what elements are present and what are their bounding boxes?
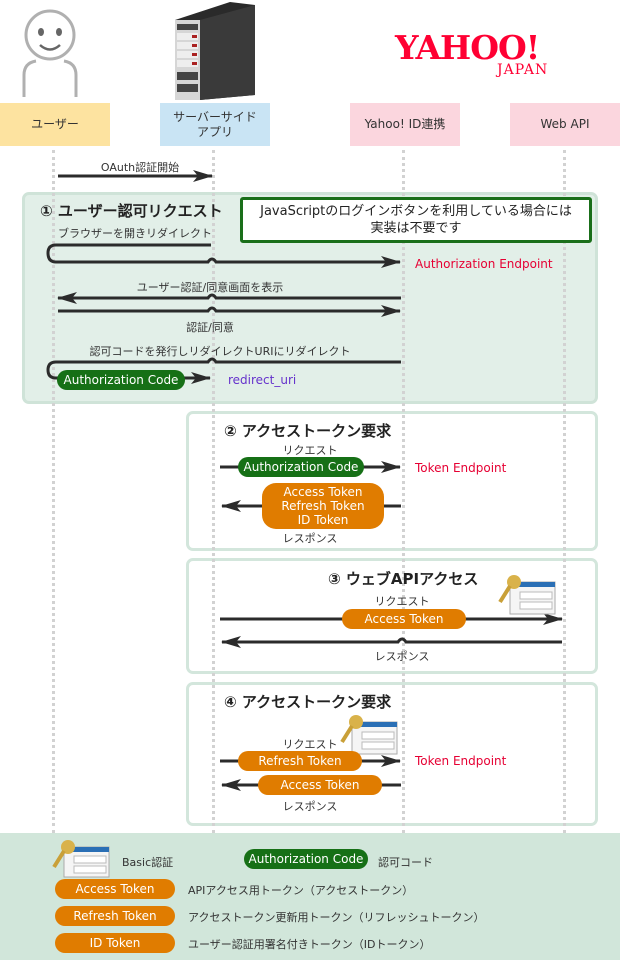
actor-user: ユーザー	[0, 103, 110, 146]
legend: Basic認証 Authorization Code 認可コード Access …	[0, 833, 620, 960]
step2-token-endpoint-label: Token Endpoint	[415, 461, 507, 475]
legend-refresh-token-desc: アクセストークン更新用トークン（リフレッシュトークン）	[188, 911, 485, 924]
server-icon	[175, 2, 255, 100]
lifeline-user	[52, 150, 55, 833]
legend-id-token-pill: ID Token	[55, 933, 175, 953]
step2-response-label: レスポンス	[282, 532, 338, 545]
consent-label: 認証/同意	[186, 321, 234, 334]
redirect-uri-label: redirect_uri	[228, 373, 297, 387]
legend-authorization-code-pill: Authorization Code	[244, 849, 368, 869]
legend-authorization-code-desc: 認可コード	[378, 856, 433, 869]
step2-authorization-code-pill: Authorization Code	[238, 457, 364, 477]
step2-title: ② アクセストークン要求	[224, 422, 392, 440]
actor-yahoo-id-label: Yahoo! ID連携	[364, 117, 446, 131]
step2-tokens-pill: Access Token Refresh Token ID Token	[262, 483, 384, 529]
step4-access-token-pill: Access Token	[258, 775, 382, 795]
step3-response-label: レスポンス	[374, 650, 430, 663]
legend-basic-auth-icon	[52, 840, 110, 878]
step3-access-token-pill: Access Token	[342, 609, 466, 629]
step4-request-label: リクエスト	[282, 738, 338, 751]
show-consent-label: ユーザー認証/同意画面を表示	[136, 281, 284, 294]
issue-code-label: 認可コードを発行しリダイレクトURIにリダイレクト	[89, 345, 351, 358]
oauth-start-label: OAuth認証開始	[100, 161, 180, 174]
token-id: ID Token	[297, 513, 349, 527]
step4-response-label: レスポンス	[282, 800, 338, 813]
step3-title: ③ ウェブAPIアクセス	[328, 570, 479, 588]
legend-basic-auth-label: Basic認証	[122, 856, 174, 869]
legend-access-token-desc: APIアクセス用トークン（アクセストークン）	[188, 884, 414, 897]
legend-access-token-pill: Access Token	[55, 879, 175, 899]
lifeline-web-api	[563, 150, 566, 833]
lifeline-yahoo-id	[402, 150, 405, 833]
actor-web-api-label: Web API	[540, 117, 590, 131]
yahoo-japan-logo: YAHOO! JAPAN	[395, 28, 575, 83]
token-access: Access Token	[283, 485, 363, 499]
actor-server-label: サーバーサイド アプリ	[173, 109, 257, 139]
actor-server-app: サーバーサイド アプリ	[160, 103, 270, 146]
actor-user-label: ユーザー	[31, 117, 79, 131]
basic-auth-icon	[498, 575, 556, 615]
step1-title: ① ユーザー認可リクエスト	[40, 202, 223, 220]
step4-token-endpoint-label: Token Endpoint	[415, 754, 507, 768]
step2-request-label: リクエスト	[282, 444, 338, 457]
step4-title: ④ アクセストークン要求	[224, 693, 392, 711]
authorization-code-pill: Authorization Code	[57, 370, 185, 390]
step4-refresh-token-pill: Refresh Token	[238, 751, 362, 771]
user-icon	[22, 9, 78, 97]
legend-refresh-token-pill: Refresh Token	[55, 906, 175, 926]
actor-yahoo-id: Yahoo! ID連携	[350, 103, 460, 146]
legend-id-token-desc: ユーザー認証用署名付きトークン（IDトークン）	[188, 938, 431, 951]
logo-sub-text: JAPAN	[497, 62, 549, 78]
step3-request-label: リクエスト	[374, 595, 430, 608]
lifeline-server	[212, 150, 215, 833]
redirect-browser-label: ブラウザーを開きリダイレクト	[58, 227, 212, 240]
javascript-note: JavaScriptのログインボタンを利用している場合には 実装は不要です	[240, 197, 592, 243]
token-refresh: Refresh Token	[281, 499, 365, 513]
authorization-endpoint-label: Authorization Endpoint	[415, 257, 553, 271]
actor-web-api: Web API	[510, 103, 620, 146]
